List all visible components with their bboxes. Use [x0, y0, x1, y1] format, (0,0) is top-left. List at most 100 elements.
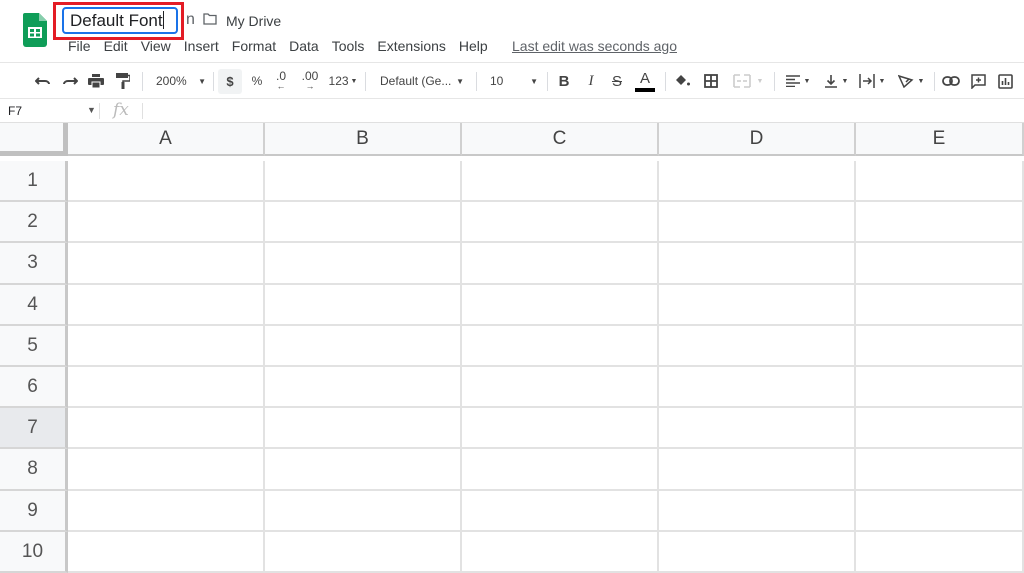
document-title-input[interactable]: Default Font [62, 7, 178, 34]
cell-c1[interactable] [462, 161, 659, 203]
insert-link-button[interactable] [940, 63, 962, 99]
vertical-align-button[interactable]: ▼ [819, 63, 853, 99]
cell-c8[interactable] [462, 449, 659, 491]
cell-b1[interactable] [265, 161, 462, 203]
cell-a9[interactable] [68, 490, 265, 532]
cell-e9[interactable] [856, 490, 1024, 532]
cell-a8[interactable] [68, 449, 265, 491]
formula-input[interactable] [146, 99, 1016, 122]
merge-cells-button[interactable]: ▼ [727, 63, 769, 99]
row-header-9[interactable]: 9 [0, 490, 68, 532]
cell-c10[interactable] [462, 531, 659, 573]
cell-a3[interactable] [68, 243, 265, 285]
row-header-2[interactable]: 2 [0, 202, 68, 244]
cell-d8[interactable] [659, 449, 856, 491]
row-header-6[interactable]: 6 [0, 367, 68, 409]
cell-d4[interactable] [659, 284, 856, 326]
cell-a10[interactable] [68, 531, 265, 573]
cell-c2[interactable] [462, 202, 659, 244]
folder-icon[interactable] [203, 13, 217, 25]
text-color-button[interactable]: A [633, 63, 657, 99]
cell-d9[interactable] [659, 490, 856, 532]
cell-b8[interactable] [265, 449, 462, 491]
cell-e8[interactable] [856, 449, 1024, 491]
cell-b6[interactable] [265, 367, 462, 409]
italic-button[interactable]: I [581, 63, 601, 99]
cell-c6[interactable] [462, 367, 659, 409]
undo-button[interactable] [32, 63, 54, 99]
cell-b4[interactable] [265, 284, 462, 326]
row-header-8[interactable]: 8 [0, 449, 68, 491]
cell-e6[interactable] [856, 367, 1024, 409]
font-family-select[interactable]: Default (Ge... ▼ [372, 63, 470, 99]
percent-format-button[interactable]: % [248, 63, 266, 99]
cell-d2[interactable] [659, 202, 856, 244]
cell-d5[interactable] [659, 325, 856, 367]
cell-e4[interactable] [856, 284, 1024, 326]
currency-format-button[interactable]: $ [218, 69, 242, 94]
column-header-e[interactable]: E [856, 123, 1024, 156]
menu-extensions[interactable]: Extensions [377, 38, 445, 54]
menu-help[interactable]: Help [459, 38, 488, 54]
cell-b7[interactable] [265, 408, 462, 450]
bold-button[interactable]: B [554, 63, 574, 99]
row-header-10[interactable]: 10 [0, 531, 68, 573]
cell-b3[interactable] [265, 243, 462, 285]
cell-e10[interactable] [856, 531, 1024, 573]
insert-comment-button[interactable] [967, 63, 989, 99]
cell-a2[interactable] [68, 202, 265, 244]
column-header-a[interactable]: A [68, 123, 265, 156]
cell-b5[interactable] [265, 325, 462, 367]
drive-location-link[interactable]: My Drive [226, 13, 281, 29]
menu-insert[interactable]: Insert [184, 38, 219, 54]
cell-a6[interactable] [68, 367, 265, 409]
horizontal-align-button[interactable]: ▼ [780, 63, 816, 99]
cell-b10[interactable] [265, 531, 462, 573]
cell-d1[interactable] [659, 161, 856, 203]
cell-d6[interactable] [659, 367, 856, 409]
print-button[interactable] [85, 63, 107, 99]
cell-d7[interactable] [659, 408, 856, 450]
cell-a1[interactable] [68, 161, 265, 203]
menu-format[interactable]: Format [232, 38, 276, 54]
cell-e3[interactable] [856, 243, 1024, 285]
zoom-select[interactable]: 200% ▼ [150, 63, 212, 99]
text-rotation-button[interactable]: ▼ [893, 63, 929, 99]
strikethrough-button[interactable]: S [607, 63, 627, 99]
borders-button[interactable] [700, 63, 722, 99]
chevron-down-icon[interactable]: ▼ [87, 105, 96, 115]
cell-c3[interactable] [462, 243, 659, 285]
column-header-c[interactable]: C [462, 123, 659, 156]
select-all-corner[interactable] [0, 123, 68, 156]
cell-c7[interactable] [462, 408, 659, 450]
menu-file[interactable]: File [68, 38, 91, 54]
menu-data[interactable]: Data [289, 38, 319, 54]
last-edit-link[interactable]: Last edit was seconds ago [512, 38, 677, 54]
cell-e1[interactable] [856, 161, 1024, 203]
cell-b2[interactable] [265, 202, 462, 244]
row-header-5[interactable]: 5 [0, 325, 68, 367]
redo-button[interactable] [59, 63, 81, 99]
cell-e5[interactable] [856, 325, 1024, 367]
menu-tools[interactable]: Tools [332, 38, 365, 54]
text-wrapping-button[interactable]: ▼ [855, 63, 889, 99]
name-box[interactable]: F7 [8, 104, 22, 118]
cell-d10[interactable] [659, 531, 856, 573]
cell-e2[interactable] [856, 202, 1024, 244]
sheets-logo-icon[interactable] [23, 13, 47, 47]
menu-edit[interactable]: Edit [104, 38, 128, 54]
decrease-decimal-button[interactable]: .0 ← [271, 63, 291, 99]
cell-b9[interactable] [265, 490, 462, 532]
font-size-select[interactable]: 10 ▼ [482, 63, 542, 99]
cell-a4[interactable] [68, 284, 265, 326]
cell-c9[interactable] [462, 490, 659, 532]
cell-d3[interactable] [659, 243, 856, 285]
cell-a5[interactable] [68, 325, 265, 367]
row-header-3[interactable]: 3 [0, 243, 68, 285]
row-header-1[interactable]: 1 [0, 161, 68, 203]
insert-chart-button[interactable] [994, 63, 1016, 99]
row-header-4[interactable]: 4 [0, 284, 68, 326]
increase-decimal-button[interactable]: .00 → [298, 63, 322, 99]
cell-e7[interactable] [856, 408, 1024, 450]
column-header-b[interactable]: B [265, 123, 462, 156]
